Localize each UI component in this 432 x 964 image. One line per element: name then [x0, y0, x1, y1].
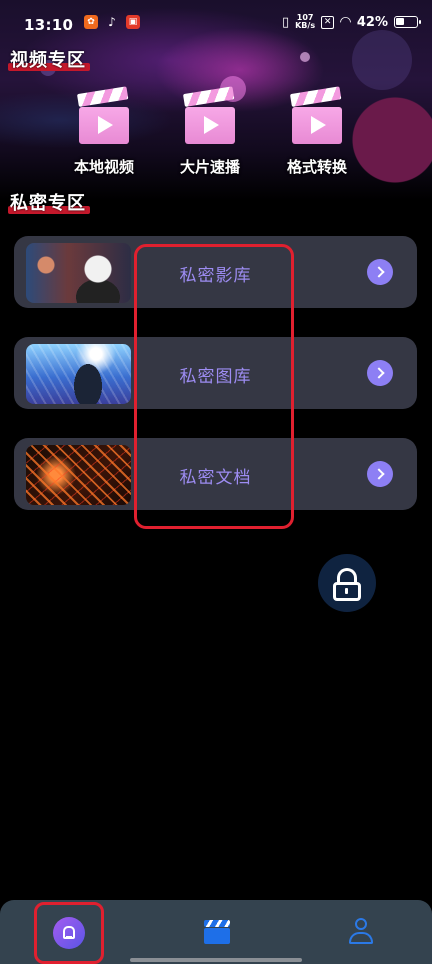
clapperboard-icon — [204, 920, 230, 944]
status-time: 13:10 — [24, 16, 74, 34]
clapperboard-icon — [76, 86, 129, 144]
card-label: 私密图库 — [179, 367, 252, 387]
clapperboard-icon — [182, 86, 235, 144]
local-video-button[interactable]: 本地视频 — [56, 86, 152, 180]
tool-label: 本地视频 — [73, 158, 134, 176]
private-gallery-card[interactable]: 私密图库 — [14, 337, 417, 409]
bokeh-light — [300, 52, 310, 62]
lock-button[interactable] — [318, 554, 376, 612]
chevron-right-icon[interactable] — [367, 259, 393, 285]
bottom-nav — [0, 900, 432, 964]
nav-home[interactable] — [36, 900, 116, 964]
tool-label: 格式转换 — [286, 158, 347, 176]
app-icon-orange: ✿ — [84, 15, 98, 29]
user-icon — [348, 918, 374, 946]
chevron-right-icon[interactable] — [367, 360, 393, 386]
video-section-title-text: 视频专区 — [10, 50, 86, 71]
private-section-title-text: 私密专区 — [10, 193, 86, 214]
home-indicator — [130, 958, 302, 962]
tool-label: 大片速播 — [179, 158, 240, 176]
home-icon — [53, 917, 85, 949]
net-speed: 107 KB/s — [295, 14, 315, 30]
sim-off-icon: ✕ — [321, 15, 335, 29]
video-tools: 本地视频 大片速播 格式转换 — [0, 86, 432, 180]
nav-video[interactable] — [180, 900, 260, 964]
clapperboard-icon — [289, 86, 342, 144]
card-label: 私密影库 — [179, 266, 252, 286]
nav-profile[interactable] — [320, 900, 400, 964]
private-section-title: 私密专区 — [8, 189, 90, 215]
blockbuster-play-button[interactable]: 大片速播 — [162, 86, 258, 180]
private-documents-card[interactable]: 私密文档 — [14, 438, 417, 510]
net-speed-unit: KB/s — [295, 21, 316, 30]
card-label: 私密文档 — [179, 468, 252, 488]
battery-percent: 42% — [356, 14, 388, 30]
tiktok-icon: ♪ — [108, 15, 116, 29]
wifi-icon: ◠ — [340, 14, 351, 30]
private-video-card[interactable]: 私密影库 — [14, 236, 417, 308]
app-icon-red: ▣ — [126, 15, 140, 29]
status-right: ▯ 107 KB/s ✕ ◠ 42% — [281, 14, 421, 30]
status-bar: 13:10 ✿ ♪ ▣ ▯ 107 KB/s ✕ ◠ 42% — [0, 0, 432, 50]
vibrate-icon: ▯ — [281, 14, 290, 30]
notification-icons: ✿ ♪ ▣ — [84, 15, 140, 29]
format-convert-button[interactable]: 格式转换 — [269, 86, 365, 180]
chevron-right-icon[interactable] — [367, 461, 393, 487]
battery-icon — [394, 16, 421, 28]
